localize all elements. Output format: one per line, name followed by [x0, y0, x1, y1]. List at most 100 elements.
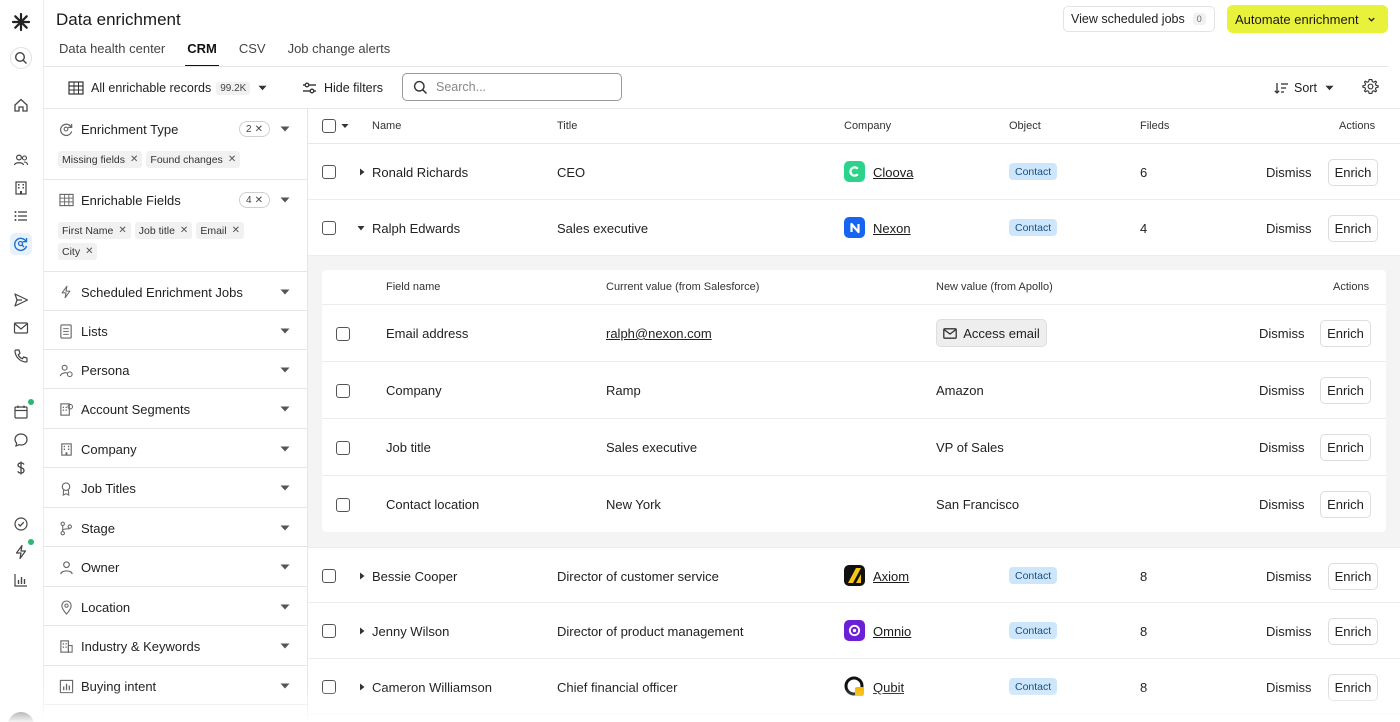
- enrich-button[interactable]: Enrich: [1328, 563, 1378, 590]
- caret-down-icon[interactable]: [280, 404, 290, 414]
- filter-chip[interactable]: Found changes ✕: [146, 151, 241, 168]
- filter-header[interactable]: Company: [58, 439, 137, 459]
- phone-icon[interactable]: [10, 345, 32, 367]
- filter-header[interactable]: Scheduled Enrichment Jobs: [58, 282, 243, 302]
- enrich-button[interactable]: Enrich: [1320, 491, 1371, 518]
- access-email-button[interactable]: Access email: [936, 319, 1047, 347]
- contact-name[interactable]: Ronald Richards: [372, 165, 468, 180]
- caret-down-icon[interactable]: [280, 287, 290, 297]
- row-checkbox[interactable]: [336, 327, 350, 341]
- close-icon[interactable]: ✕: [118, 225, 126, 236]
- caret-down-icon[interactable]: [280, 523, 290, 533]
- filter-header[interactable]: Industry & Keywords: [58, 636, 200, 656]
- view-scheduled-jobs-button[interactable]: View scheduled jobs 0: [1063, 6, 1215, 32]
- row-checkbox[interactable]: [322, 680, 336, 694]
- caret-down-icon[interactable]: [280, 681, 290, 691]
- enrich-button[interactable]: Enrich: [1328, 674, 1378, 701]
- enrich-button[interactable]: Enrich: [1328, 159, 1378, 186]
- filter-header[interactable]: Owner: [58, 557, 119, 577]
- filter-header[interactable]: Enrichable Fields: [58, 190, 181, 210]
- expand-caret-icon[interactable]: [358, 168, 366, 176]
- filter-chip[interactable]: City ✕: [58, 243, 98, 260]
- close-icon[interactable]: ✕: [232, 225, 240, 236]
- avatar[interactable]: [8, 712, 34, 722]
- filter-count-badge[interactable]: 4 ✕: [239, 192, 270, 208]
- row-checkbox[interactable]: [336, 498, 350, 512]
- caret-down-icon[interactable]: [280, 562, 290, 572]
- enrichment-icon[interactable]: [10, 233, 32, 255]
- filter-chip[interactable]: Job title ✕: [134, 222, 193, 239]
- contact-name[interactable]: Ralph Edwards: [372, 221, 460, 236]
- caret-down-icon[interactable]: [280, 124, 290, 134]
- send-icon[interactable]: [10, 289, 32, 311]
- tab-csv[interactable]: CSV: [239, 41, 266, 67]
- caret-down-icon[interactable]: [280, 483, 290, 493]
- enrich-button[interactable]: Enrich: [1320, 377, 1371, 404]
- current-value-link[interactable]: ralph@nexon.com: [606, 326, 712, 341]
- close-icon[interactable]: ✕: [85, 246, 93, 257]
- row-checkbox[interactable]: [322, 569, 336, 583]
- hide-filters-button[interactable]: Hide filters: [302, 79, 383, 97]
- caret-down-icon[interactable]: [280, 444, 290, 454]
- dismiss-button[interactable]: Dismiss: [1266, 680, 1312, 695]
- expand-caret-icon[interactable]: [358, 627, 366, 635]
- row-checkbox[interactable]: [336, 441, 350, 455]
- dismiss-button[interactable]: Dismiss: [1259, 383, 1305, 398]
- row-checkbox[interactable]: [322, 624, 336, 638]
- filter-count-badge[interactable]: 2 ✕: [239, 121, 270, 137]
- search-icon[interactable]: [10, 47, 32, 69]
- enrich-button[interactable]: Enrich: [1320, 320, 1371, 347]
- caret-down-icon[interactable]: [280, 326, 290, 336]
- dismiss-button[interactable]: Dismiss: [1259, 497, 1305, 512]
- bolt-icon[interactable]: [10, 539, 34, 563]
- filter-chip[interactable]: First Name ✕: [58, 222, 131, 239]
- people-icon[interactable]: [10, 149, 32, 171]
- dismiss-button[interactable]: Dismiss: [1266, 569, 1312, 584]
- search-input[interactable]: [436, 80, 596, 94]
- contact-name[interactable]: Bessie Cooper: [372, 569, 457, 584]
- row-checkbox[interactable]: [336, 384, 350, 398]
- filter-header[interactable]: Account Segments: [58, 399, 190, 419]
- building-icon[interactable]: [10, 177, 32, 199]
- filter-header[interactable]: Job Titles: [58, 478, 136, 498]
- enrich-button[interactable]: Enrich: [1328, 215, 1378, 242]
- filter-section-buying-intent[interactable]: Buying intent: [44, 666, 307, 705]
- close-icon[interactable]: ✕: [228, 154, 236, 165]
- dismiss-button[interactable]: Dismiss: [1266, 165, 1312, 180]
- column-header-name[interactable]: Name: [372, 120, 401, 132]
- records-view-selector[interactable]: All enrichable records 99.2K: [68, 79, 267, 97]
- filter-section-industry-keywords[interactable]: Industry & Keywords: [44, 626, 307, 666]
- filter-header[interactable]: Enrichment Type: [58, 119, 178, 139]
- contact-name[interactable]: Cameron Williamson: [372, 680, 492, 695]
- filter-section-lists[interactable]: Lists: [44, 311, 307, 350]
- collapse-caret-icon[interactable]: [357, 224, 365, 232]
- company-link[interactable]: Qubit: [873, 680, 904, 695]
- dismiss-button[interactable]: Dismiss: [1259, 440, 1305, 455]
- table-row[interactable]: Ralph Edwards Sales executive Nexon Cont…: [308, 200, 1400, 256]
- enrich-button[interactable]: Enrich: [1328, 618, 1378, 645]
- row-checkbox[interactable]: [322, 165, 336, 179]
- filter-header[interactable]: Persona: [58, 360, 129, 380]
- company-link[interactable]: Axiom: [873, 569, 909, 584]
- tab-job-change-alerts[interactable]: Job change alerts: [288, 41, 391, 67]
- expand-caret-icon[interactable]: [358, 572, 366, 580]
- column-header-title[interactable]: Title: [557, 120, 577, 132]
- filter-header[interactable]: Buying intent: [58, 676, 156, 696]
- expand-caret-icon[interactable]: [358, 683, 366, 691]
- filter-header[interactable]: Location: [58, 597, 130, 617]
- dismiss-button[interactable]: Dismiss: [1259, 326, 1305, 341]
- filter-section-persona[interactable]: Persona: [44, 350, 307, 389]
- dismiss-button[interactable]: Dismiss: [1266, 624, 1312, 639]
- dollar-icon[interactable]: [10, 457, 32, 479]
- tab-data-health-center[interactable]: Data health center: [59, 41, 165, 67]
- column-header-company[interactable]: Company: [844, 120, 891, 132]
- filter-section-scheduled-jobs[interactable]: Scheduled Enrichment Jobs: [44, 272, 307, 311]
- select-all-checkbox[interactable]: [322, 119, 336, 133]
- dismiss-button[interactable]: Dismiss: [1266, 221, 1312, 236]
- list-icon[interactable]: [10, 205, 32, 227]
- chat-icon[interactable]: [10, 429, 32, 451]
- company-link[interactable]: Cloova: [873, 165, 913, 180]
- filter-section-account-segments[interactable]: Account Segments: [44, 389, 307, 429]
- home-icon[interactable]: [10, 94, 32, 116]
- caret-down-icon[interactable]: [280, 195, 290, 205]
